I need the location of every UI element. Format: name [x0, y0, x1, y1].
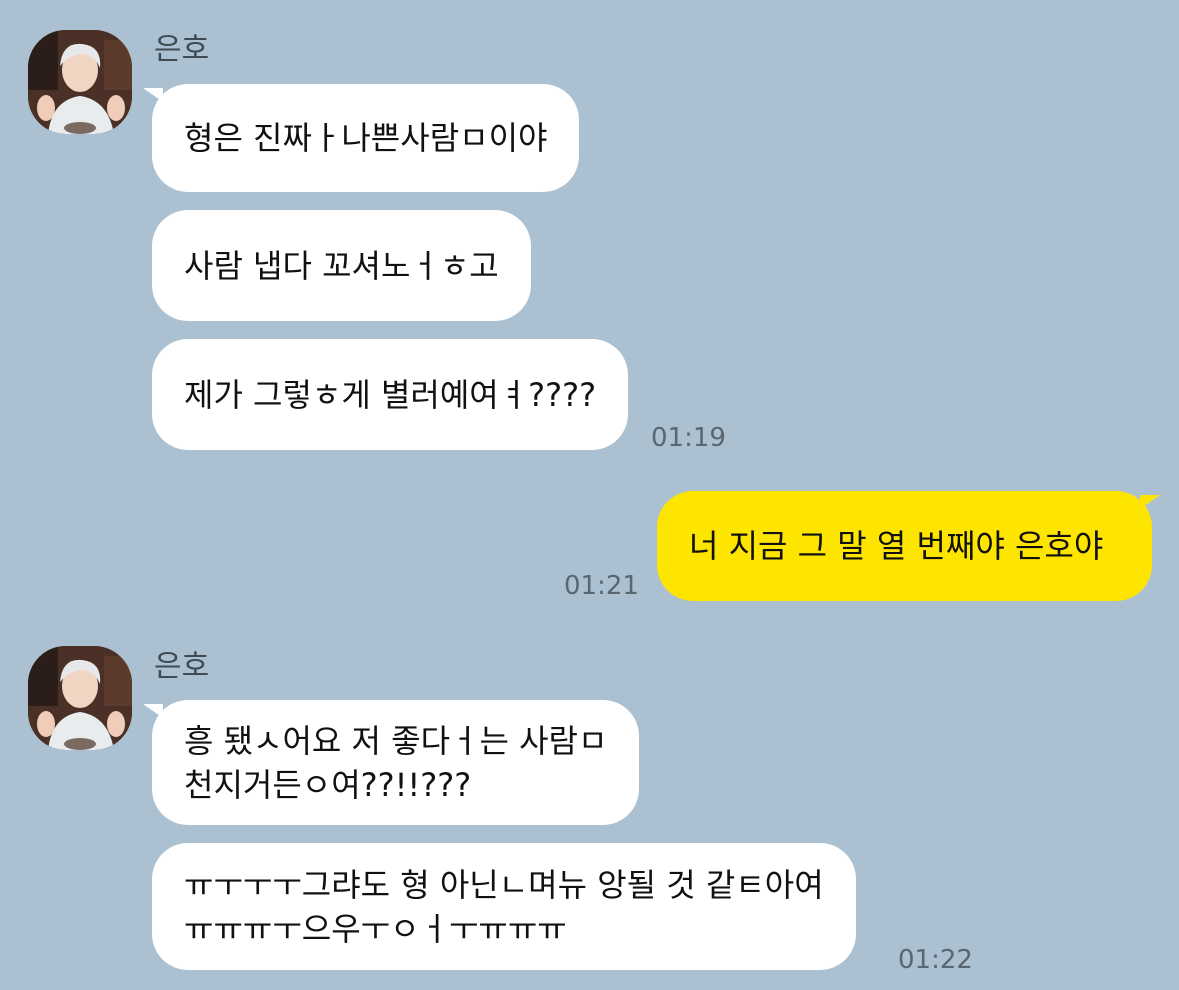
message-time: 01:22 — [898, 945, 973, 975]
sender-avatar[interactable] — [28, 30, 132, 134]
message-bubble[interactable]: 사람 냅다 꼬셔노ㅓㅎ고 — [152, 210, 531, 321]
message-bubble[interactable]: 제가 그렇ㅎ게 별러예여ㅕ???? — [152, 339, 629, 450]
message-time: 01:21 — [564, 571, 639, 601]
avatar-illustration-icon — [28, 30, 132, 134]
sender-name: 은호 — [154, 32, 210, 67]
avatar-illustration-icon — [28, 646, 132, 750]
message-bubble[interactable]: 흥 됐ㅅ어요 저 좋다ㅓ는 사람ㅁ 천지거든ㅇ여??!!??? — [152, 700, 640, 825]
message-bubble[interactable]: 형은 진짜ㅏ나쁜사람ㅁ이야 — [152, 84, 580, 192]
message-time: 01:19 — [651, 423, 726, 453]
sender-avatar[interactable] — [28, 646, 132, 750]
sender-name: 은호 — [154, 649, 210, 684]
message-bubble-outgoing[interactable]: 너 지금 그 말 열 번째야 은호야 — [657, 491, 1152, 601]
message-bubble[interactable]: ㅠㅜㅜㅜ그랴도 형 아닌ㄴ며뉴 앙될 것 같ㅌ아여 ㅠㅠㅠㅜ으우ㅜㅇㅓㅜㅠㅠㅠ — [152, 843, 856, 970]
